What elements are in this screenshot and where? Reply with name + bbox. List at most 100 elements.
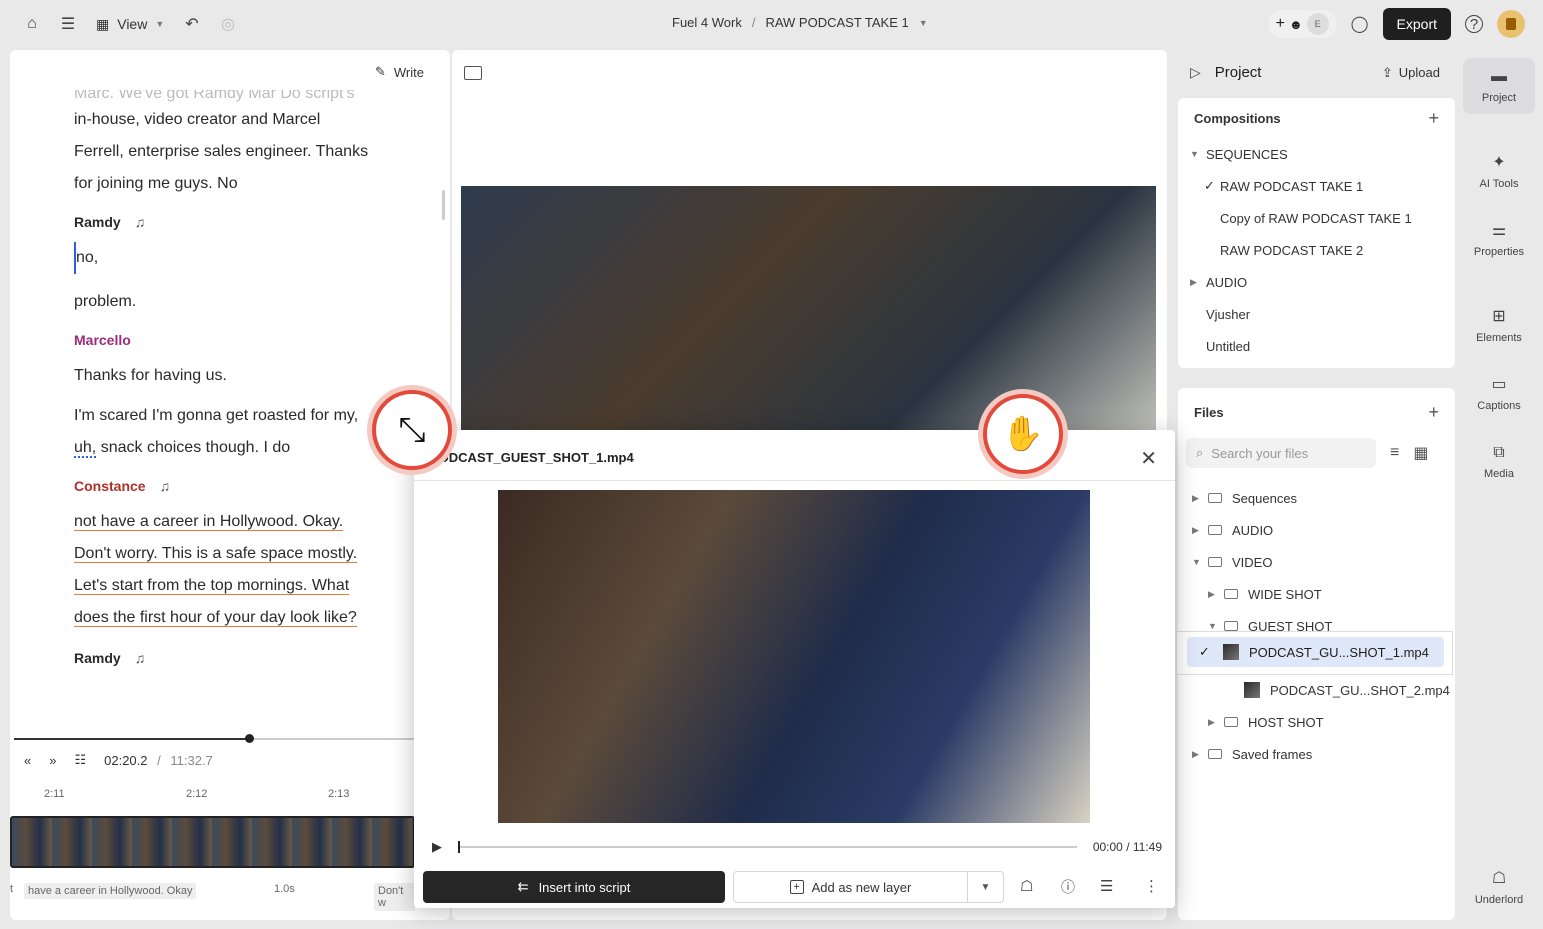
tree-folder-saved-frames[interactable]: ▶ Saved frames (1178, 738, 1455, 770)
sidebar-item-elements[interactable]: ⊞ Elements (1463, 308, 1535, 344)
playhead-track[interactable] (14, 734, 414, 743)
speaker-label[interactable]: Marcello (74, 326, 394, 354)
home-icon[interactable]: ⌂ (20, 12, 44, 36)
composition-item[interactable]: Vjusher (1178, 298, 1455, 330)
caption-clip[interactable]: t (10, 883, 13, 895)
caption-clip[interactable]: have a career in Hollywood. Okay (24, 883, 197, 899)
composition-item[interactable]: Untitled (1178, 330, 1455, 362)
sidebar-item-media[interactable]: ⧉ Media (1463, 444, 1535, 480)
speaker-voice-icon[interactable]: ♫ (160, 472, 171, 500)
caret-right-icon[interactable]: ▶ (1192, 749, 1208, 760)
sidebar-item-ai-tools[interactable]: ✦ AI Tools (1463, 154, 1535, 190)
speaker-label[interactable]: Constance ♫ (74, 472, 394, 500)
chevron-down-icon[interactable]: ▼ (919, 15, 928, 31)
scrub-bar[interactable] (458, 841, 1077, 853)
composition-item[interactable]: RAW PODCAST TAKE 2 (1178, 234, 1455, 266)
robot-icon[interactable]: ☖ (1020, 877, 1033, 895)
user-avatar[interactable] (1497, 10, 1525, 38)
add-collaborator-icon[interactable]: + (1276, 15, 1285, 33)
media-preview-video[interactable] (498, 490, 1090, 823)
menu-icon[interactable]: ☰ (56, 12, 80, 36)
speaker-label[interactable]: Ramdy ♫ (74, 644, 394, 672)
time-ruler[interactable]: 2:11 2:12 2:13 (10, 788, 415, 808)
comments-icon[interactable]: ◯ (1351, 14, 1369, 34)
breadcrumb-composition[interactable]: RAW PODCAST TAKE 1 (765, 15, 908, 31)
info-icon[interactable]: ⓘ (1061, 877, 1075, 897)
folder-icon (1224, 621, 1238, 631)
breadcrumb-project[interactable]: Fuel 4 Work (672, 15, 742, 31)
tree-folder-host-shot[interactable]: ▶ HOST SHOT (1178, 706, 1455, 738)
tree-label: AUDIO (1232, 522, 1274, 538)
playhead-handle[interactable] (245, 734, 254, 743)
tree-folder-sequences[interactable]: ▶ Sequences (1178, 482, 1455, 514)
skip-back-icon[interactable]: « (24, 753, 31, 768)
help-icon[interactable]: ? (1465, 15, 1483, 33)
composition-item[interactable]: ✓ RAW PODCAST TAKE 1 (1178, 170, 1455, 202)
speaker-name: Ramdy (74, 650, 121, 666)
sliders-icon: ⚌ (1491, 222, 1507, 239)
play-icon[interactable]: ▶ (432, 839, 442, 855)
aspect-ratio-icon[interactable] (464, 66, 482, 80)
file-item[interactable]: PODCAST_GU...SHOT_2.mp4 (1178, 674, 1455, 706)
breadcrumb: Fuel 4 Work / RAW PODCAST TAKE 1 ▼ (672, 15, 928, 31)
files-search-input[interactable]: ⌕ Search your files (1186, 438, 1376, 468)
tree-folder-video[interactable]: ▼ VIDEO (1178, 546, 1455, 578)
sidebar-item-project[interactable]: ▬ Project (1463, 58, 1535, 114)
filter-icon[interactable]: ≡ (1390, 444, 1399, 462)
chapters-icon[interactable]: ☷ (74, 752, 86, 768)
sequences-icon (1208, 493, 1222, 503)
tree-folder-audio[interactable]: ▶ AUDIO (1178, 266, 1455, 298)
caret-right-icon[interactable]: ▶ (1208, 717, 1224, 728)
tree-folder-sequences[interactable]: ▼ SEQUENCES (1178, 138, 1455, 170)
view-label: View (117, 16, 148, 32)
add-as-layer-button[interactable]: + Add as new layer ▼ (733, 871, 1004, 903)
video-filmstrip[interactable] (10, 816, 415, 868)
composition-item[interactable]: Copy of RAW PODCAST TAKE 1 (1178, 202, 1455, 234)
caret-down-icon[interactable]: ▼ (1208, 621, 1224, 631)
media-preview-modal: PODCAST_GUEST_SHOT_1.mp4 ✕ ▶ 00:00 / 11:… (414, 430, 1175, 908)
speaker-label[interactable]: Ramdy ♫ (74, 208, 394, 236)
more-options-icon[interactable]: ⋮ (1144, 877, 1159, 895)
caption-clip[interactable]: Don't w (374, 883, 415, 911)
sidebar-item-captions[interactable]: ▭ Captions (1463, 376, 1535, 412)
highlighted-passage[interactable]: not have a career in Hollywood. Okay. Do… (74, 506, 394, 634)
tree-folder-wide-shot[interactable]: ▶ WIDE SHOT (1178, 578, 1455, 610)
chevron-down-icon[interactable]: ▼ (967, 872, 1003, 902)
caret-down-icon[interactable]: ▼ (1190, 149, 1206, 159)
tree-folder-audio[interactable]: ▶ AUDIO (1178, 514, 1455, 546)
caret-right-icon[interactable]: ▶ (1192, 525, 1208, 536)
caret-right-icon[interactable]: ▶ (1190, 277, 1206, 288)
write-button[interactable]: ✎ Write (375, 64, 424, 80)
add-layer-icon: + (789, 880, 804, 894)
add-layer-main[interactable]: + Add as new layer (734, 880, 967, 895)
sidebar-item-properties[interactable]: ⚌ Properties (1463, 222, 1535, 258)
script-text[interactable]: Marc. We've got Ramdy Mar Do script's in… (74, 90, 394, 678)
sidebar-item-underlord[interactable]: ☖ Underlord (1463, 870, 1535, 906)
caret-right-icon[interactable]: ▶ (1192, 493, 1208, 504)
skip-forward-icon[interactable]: » (49, 753, 56, 768)
script-line: Marc. We've got Ramdy Mar Do script's (74, 90, 355, 102)
undo-icon[interactable]: ↶ (180, 12, 204, 36)
add-file-icon[interactable]: + (1428, 402, 1439, 423)
add-composition-icon[interactable]: + (1428, 108, 1439, 129)
collaborators[interactable]: + ☻ E (1267, 10, 1337, 38)
speaker-voice-icon[interactable]: ♫ (135, 208, 146, 236)
caption-track[interactable]: t have a career in Hollywood. Okay 1.0s … (10, 880, 415, 911)
caret-down-icon[interactable]: ▼ (1192, 557, 1208, 567)
filler-word[interactable]: uh, (74, 439, 97, 458)
upload-button[interactable]: ⇪ Upload (1382, 65, 1440, 81)
script-scrollbar[interactable] (442, 190, 445, 220)
close-icon[interactable]: ✕ (1140, 446, 1157, 471)
compositions-title: Compositions (1194, 110, 1281, 126)
trim-icon[interactable]: ☰ (1100, 877, 1113, 895)
caret-right-icon[interactable]: ▶ (1208, 589, 1224, 600)
grid-view-icon[interactable]: ▦ (1413, 443, 1428, 463)
insert-into-script-button[interactable]: ⇇ Insert into script (423, 871, 725, 903)
speaker-voice-icon[interactable]: ♫ (135, 644, 146, 672)
view-menu-button[interactable]: ▦ View ▼ (96, 12, 164, 36)
file-item-selected[interactable]: ✓ PODCAST_GU...SHOT_1.mp4 (1187, 637, 1444, 667)
tree-label: AUDIO (1206, 274, 1248, 290)
tree-label: RAW PODCAST TAKE 2 (1220, 242, 1364, 258)
script-line: in-house, video creator and Marcel (74, 111, 321, 128)
export-button[interactable]: Export (1382, 8, 1451, 40)
